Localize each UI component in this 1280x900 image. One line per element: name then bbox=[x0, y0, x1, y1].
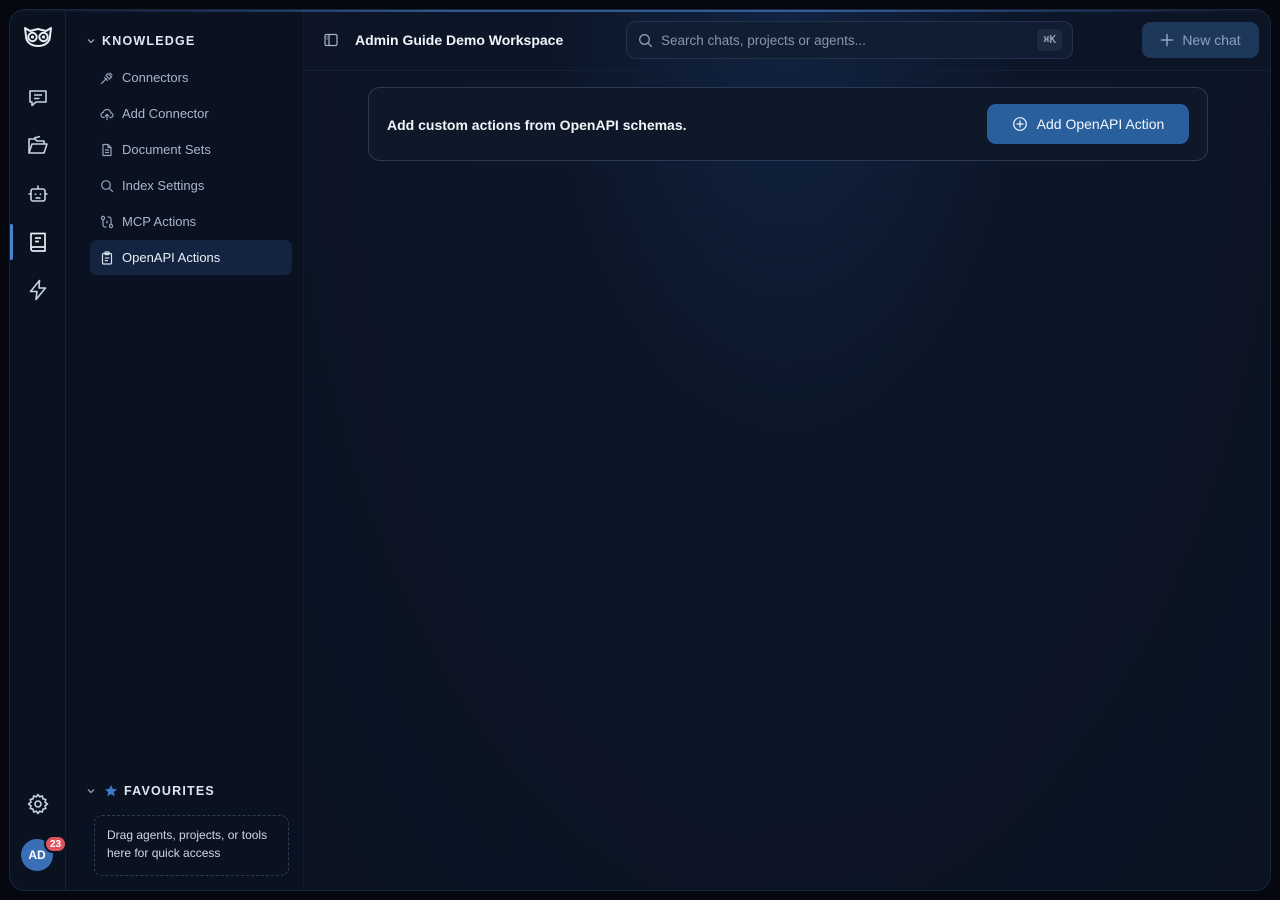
favourites-hint: Drag agents, projects, or tools here for… bbox=[107, 828, 268, 860]
folder-open-icon bbox=[28, 135, 48, 154]
sidebar-item-label: OpenAPI Actions bbox=[122, 250, 221, 265]
rail-chats-button[interactable] bbox=[22, 82, 54, 114]
search-box[interactable]: ⌘K bbox=[626, 21, 1073, 59]
chat-icon bbox=[29, 90, 47, 107]
sidebar-item-label: Document Sets bbox=[122, 142, 211, 157]
sidebar-item-connectors[interactable]: Connectors bbox=[90, 60, 292, 95]
sidebar-item-document-sets[interactable]: Document Sets bbox=[90, 132, 292, 167]
new-chat-button[interactable]: New chat bbox=[1142, 22, 1259, 58]
openapi-actions-card: Add custom actions from OpenAPI schemas.… bbox=[368, 87, 1208, 161]
sidebar-item-openapi-actions[interactable]: OpenAPI Actions bbox=[90, 240, 292, 275]
rail-projects-button[interactable] bbox=[22, 130, 54, 162]
sidebar: KNOWLEDGE Connectors Add Connector Docum… bbox=[66, 10, 304, 890]
main-content: Admin Guide Demo Workspace ⌘K New chat A… bbox=[304, 10, 1270, 890]
sidebar-item-add-connector[interactable]: Add Connector bbox=[90, 96, 292, 131]
plus-icon bbox=[1161, 33, 1174, 47]
settings-button[interactable] bbox=[22, 788, 54, 820]
favourites-section-header[interactable]: FAVOURITES bbox=[86, 784, 215, 798]
cloud-upload-icon bbox=[100, 108, 114, 120]
documents-icon bbox=[102, 143, 112, 156]
sidebar-item-label: MCP Actions bbox=[122, 214, 197, 229]
rail-actions-button[interactable] bbox=[22, 274, 54, 306]
card-description: Add custom actions from OpenAPI schemas. bbox=[387, 117, 687, 133]
sidebar-item-label: Connectors bbox=[122, 70, 189, 85]
section-title: KNOWLEDGE bbox=[102, 34, 196, 48]
plus-circle-icon bbox=[1012, 117, 1027, 131]
clipboard-icon bbox=[101, 250, 113, 265]
chevron-down-icon bbox=[87, 39, 95, 44]
rail-agents-button[interactable] bbox=[22, 178, 54, 210]
search-input[interactable] bbox=[661, 32, 1021, 48]
icon-rail: AD 23 bbox=[10, 10, 68, 890]
add-button-label: Add OpenAPI Action bbox=[1036, 116, 1165, 132]
owl-logo-icon[interactable] bbox=[22, 24, 54, 48]
new-chat-label: New chat bbox=[1182, 32, 1241, 48]
shortcut-hint: ⌘K bbox=[1037, 29, 1062, 51]
lightning-icon bbox=[29, 279, 47, 301]
plug-icon bbox=[100, 71, 113, 84]
sidebar-toggle-icon[interactable] bbox=[323, 32, 339, 48]
sidebar-item-label: Add Connector bbox=[122, 106, 209, 121]
section-title: FAVOURITES bbox=[124, 784, 215, 798]
knowledge-section-header[interactable]: KNOWLEDGE bbox=[86, 34, 195, 48]
chevron-down-icon bbox=[87, 789, 95, 794]
top-bar: Admin Guide Demo Workspace ⌘K New chat bbox=[304, 10, 1270, 71]
search-icon bbox=[639, 33, 653, 47]
sidebar-item-mcp-actions[interactable]: MCP Actions bbox=[90, 204, 292, 239]
route-icon bbox=[100, 215, 114, 228]
gear-icon bbox=[27, 793, 49, 815]
robot-icon bbox=[28, 185, 48, 202]
book-icon bbox=[30, 232, 46, 252]
sidebar-item-label: Index Settings bbox=[122, 178, 205, 193]
app-window: AD 23 KNOWLEDGE Connectors Add Connector bbox=[9, 9, 1271, 891]
workspace-title: Admin Guide Demo Workspace bbox=[355, 32, 564, 48]
favourites-drop-zone[interactable]: Drag agents, projects, or tools here for… bbox=[94, 815, 289, 876]
notification-badge: 23 bbox=[44, 835, 68, 853]
rail-knowledge-button[interactable] bbox=[22, 226, 54, 258]
add-openapi-action-button[interactable]: Add OpenAPI Action bbox=[987, 104, 1189, 144]
sidebar-item-index-settings[interactable]: Index Settings bbox=[90, 168, 292, 203]
search-icon bbox=[101, 179, 114, 192]
star-icon bbox=[105, 785, 117, 797]
rail-active-indicator bbox=[10, 224, 13, 260]
